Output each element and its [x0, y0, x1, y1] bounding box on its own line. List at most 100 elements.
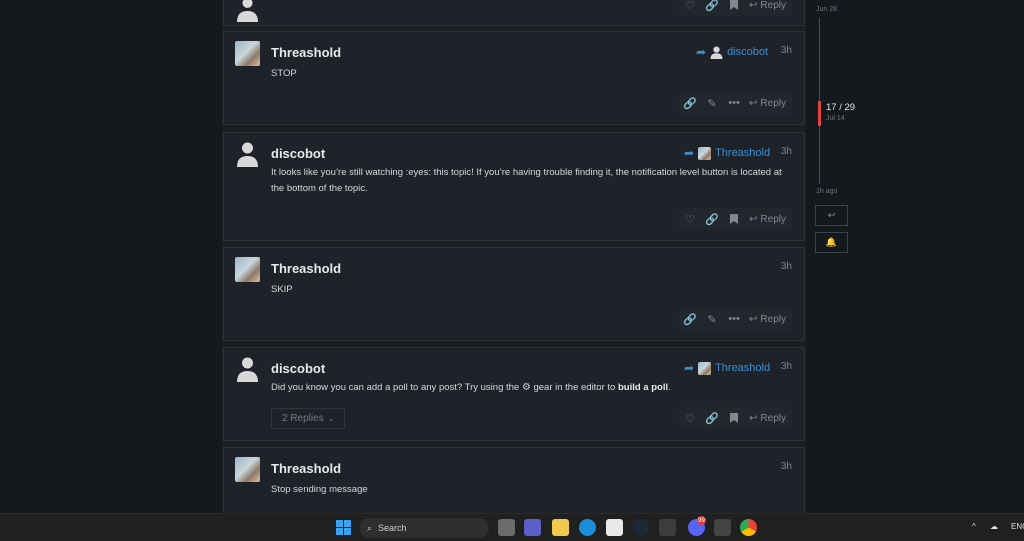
post-time[interactable]: 3h	[781, 45, 792, 56]
avatar[interactable]	[235, 41, 260, 66]
post-actions: ♡ 🔗 ↩ Reply	[679, 0, 792, 16]
like-icon[interactable]: ♡	[679, 208, 701, 230]
post-username[interactable]: Threashold	[271, 461, 341, 476]
reply-arrow-icon: ↩	[749, 412, 758, 424]
reply-arrow-icon: ↩	[749, 97, 758, 109]
post-username[interactable]: Threashold	[271, 45, 341, 60]
reply-button[interactable]: ↩ Reply	[745, 92, 792, 114]
app-icon[interactable]	[659, 519, 676, 536]
post-time[interactable]: 3h	[781, 361, 792, 372]
mini-avatar-icon	[710, 46, 723, 59]
bookmark-icon[interactable]	[723, 208, 745, 230]
avatar	[235, 0, 260, 22]
discord-badge: 99	[697, 516, 706, 525]
post-body: It looks like you’re still watching :eye…	[271, 167, 782, 194]
like-icon[interactable]: ♡	[679, 0, 701, 16]
post-body: Did you know you can add a poll to any p…	[271, 380, 796, 396]
avatar[interactable]	[235, 457, 260, 482]
avatar[interactable]	[235, 357, 260, 382]
post-threashold-skip: Threashold 3h SKIP 🔗 ✎ ••• ↩ Reply	[223, 247, 805, 341]
post-threashold-stop-sending: Threashold 3h Stop sending message	[223, 447, 805, 517]
reply-arrow-icon: ↩	[749, 313, 758, 325]
edit-icon[interactable]: ✎	[701, 92, 723, 114]
chevron-up-icon[interactable]: ^	[972, 522, 976, 531]
chevron-down-icon: ⌄	[327, 414, 335, 423]
onedrive-icon[interactable]: ☁	[990, 522, 998, 531]
timeline-reply-button[interactable]: ↩	[815, 205, 848, 226]
post-body-text: Did you know you can add a poll to any p…	[271, 382, 520, 393]
notification-bell-button[interactable]: 🔔	[815, 232, 848, 253]
reply-to-link[interactable]: ➦ discobot	[696, 45, 768, 59]
post-username[interactable]: Threashold	[271, 261, 341, 276]
language-indicator[interactable]: ENG	[1011, 522, 1024, 531]
share-arrow-icon: ➦	[684, 361, 695, 375]
post-actions: ♡ 🔗 ↩ Reply	[679, 407, 792, 429]
reply-button[interactable]: ↩ Reply	[745, 308, 792, 330]
reply-to-name: Threashold	[715, 147, 771, 159]
timeline-position: 17 / 29	[826, 102, 856, 113]
store-icon[interactable]	[606, 519, 623, 536]
like-icon[interactable]: ♡	[679, 407, 701, 429]
reply-arrow-icon: ↩	[749, 213, 758, 225]
edge-icon[interactable]	[579, 519, 596, 536]
reply-button[interactable]: ↩ Reply	[745, 0, 792, 16]
post-body: SKIP	[271, 284, 293, 295]
more-icon[interactable]: •••	[723, 92, 745, 114]
search-label: Search	[378, 523, 407, 533]
reply-to-link[interactable]: ➦ Threashold	[684, 361, 770, 375]
task-view-icon[interactable]	[498, 519, 515, 536]
reply-button[interactable]: ↩ Reply	[745, 208, 792, 230]
post-discobot-poll: discobot ➦ Threashold 3h Did you know yo…	[223, 347, 805, 441]
search-icon: ⌕	[367, 522, 373, 533]
post-time[interactable]: 3h	[781, 461, 792, 472]
reply-label: Reply	[760, 313, 786, 325]
taskbar-search[interactable]: ⌕ Search	[359, 518, 489, 538]
timeline-handle[interactable]	[818, 101, 821, 126]
more-icon[interactable]: •••	[723, 308, 745, 330]
gear-icon: ⚙	[521, 382, 531, 393]
bell-icon: 🔔	[825, 237, 838, 247]
timeline-position-date: Jul 14	[826, 115, 845, 122]
chrome-icon[interactable]	[740, 519, 757, 536]
reply-arrow-icon: ↩	[827, 210, 836, 220]
reply-to-link[interactable]: ➦ Threashold	[684, 146, 770, 160]
replies-button[interactable]: 2 Replies ⌄	[271, 408, 346, 429]
mini-avatar-icon	[698, 361, 712, 375]
bookmark-icon[interactable]	[723, 0, 745, 16]
post-username[interactable]: discobot	[271, 146, 325, 161]
bookmark-icon[interactable]	[723, 407, 745, 429]
replies-label: 2 Replies	[282, 413, 324, 424]
post-body-bold: build a poll	[617, 382, 669, 393]
post-discobot-watching: discobot ➦ Threashold 3h It looks like y…	[223, 132, 805, 241]
reply-label: Reply	[760, 412, 786, 424]
link-icon[interactable]: 🔗	[701, 407, 723, 429]
post-actions: 🔗 ✎ ••• ↩ Reply	[679, 92, 792, 114]
timeline-end-date[interactable]: 1h ago	[816, 188, 837, 195]
post-time[interactable]: 3h	[781, 146, 792, 157]
link-icon[interactable]: 🔗	[701, 208, 723, 230]
reply-button[interactable]: ↩ Reply	[745, 407, 792, 429]
post-body: STOP	[271, 68, 297, 79]
steam-icon[interactable]	[632, 519, 649, 536]
post-username[interactable]: discobot	[271, 361, 325, 376]
avatar[interactable]	[235, 257, 260, 282]
calculator-icon[interactable]	[714, 519, 731, 536]
post-time[interactable]: 3h	[781, 261, 792, 272]
link-icon[interactable]: 🔗	[701, 0, 723, 16]
post-body-text: gear in the editor to	[533, 382, 616, 393]
reply-label: Reply	[760, 0, 786, 11]
post-actions: ♡ 🔗 ↩ Reply	[679, 208, 792, 230]
taskbar: ⌕ Search 99 ^ ☁ ENG	[0, 513, 1024, 541]
reply-label: Reply	[760, 97, 786, 109]
windows-start-icon[interactable]	[335, 519, 352, 536]
reply-arrow-icon: ↩	[749, 0, 758, 11]
file-explorer-icon[interactable]	[552, 519, 569, 536]
reply-to-name: discobot	[727, 46, 769, 58]
link-icon[interactable]: 🔗	[679, 308, 701, 330]
avatar[interactable]	[235, 142, 260, 167]
timeline-start-date[interactable]: Jun 28	[816, 6, 837, 13]
link-icon[interactable]: 🔗	[679, 92, 701, 114]
teams-icon[interactable]	[524, 519, 541, 536]
post-body-text: .	[668, 382, 671, 393]
edit-icon[interactable]: ✎	[701, 308, 723, 330]
